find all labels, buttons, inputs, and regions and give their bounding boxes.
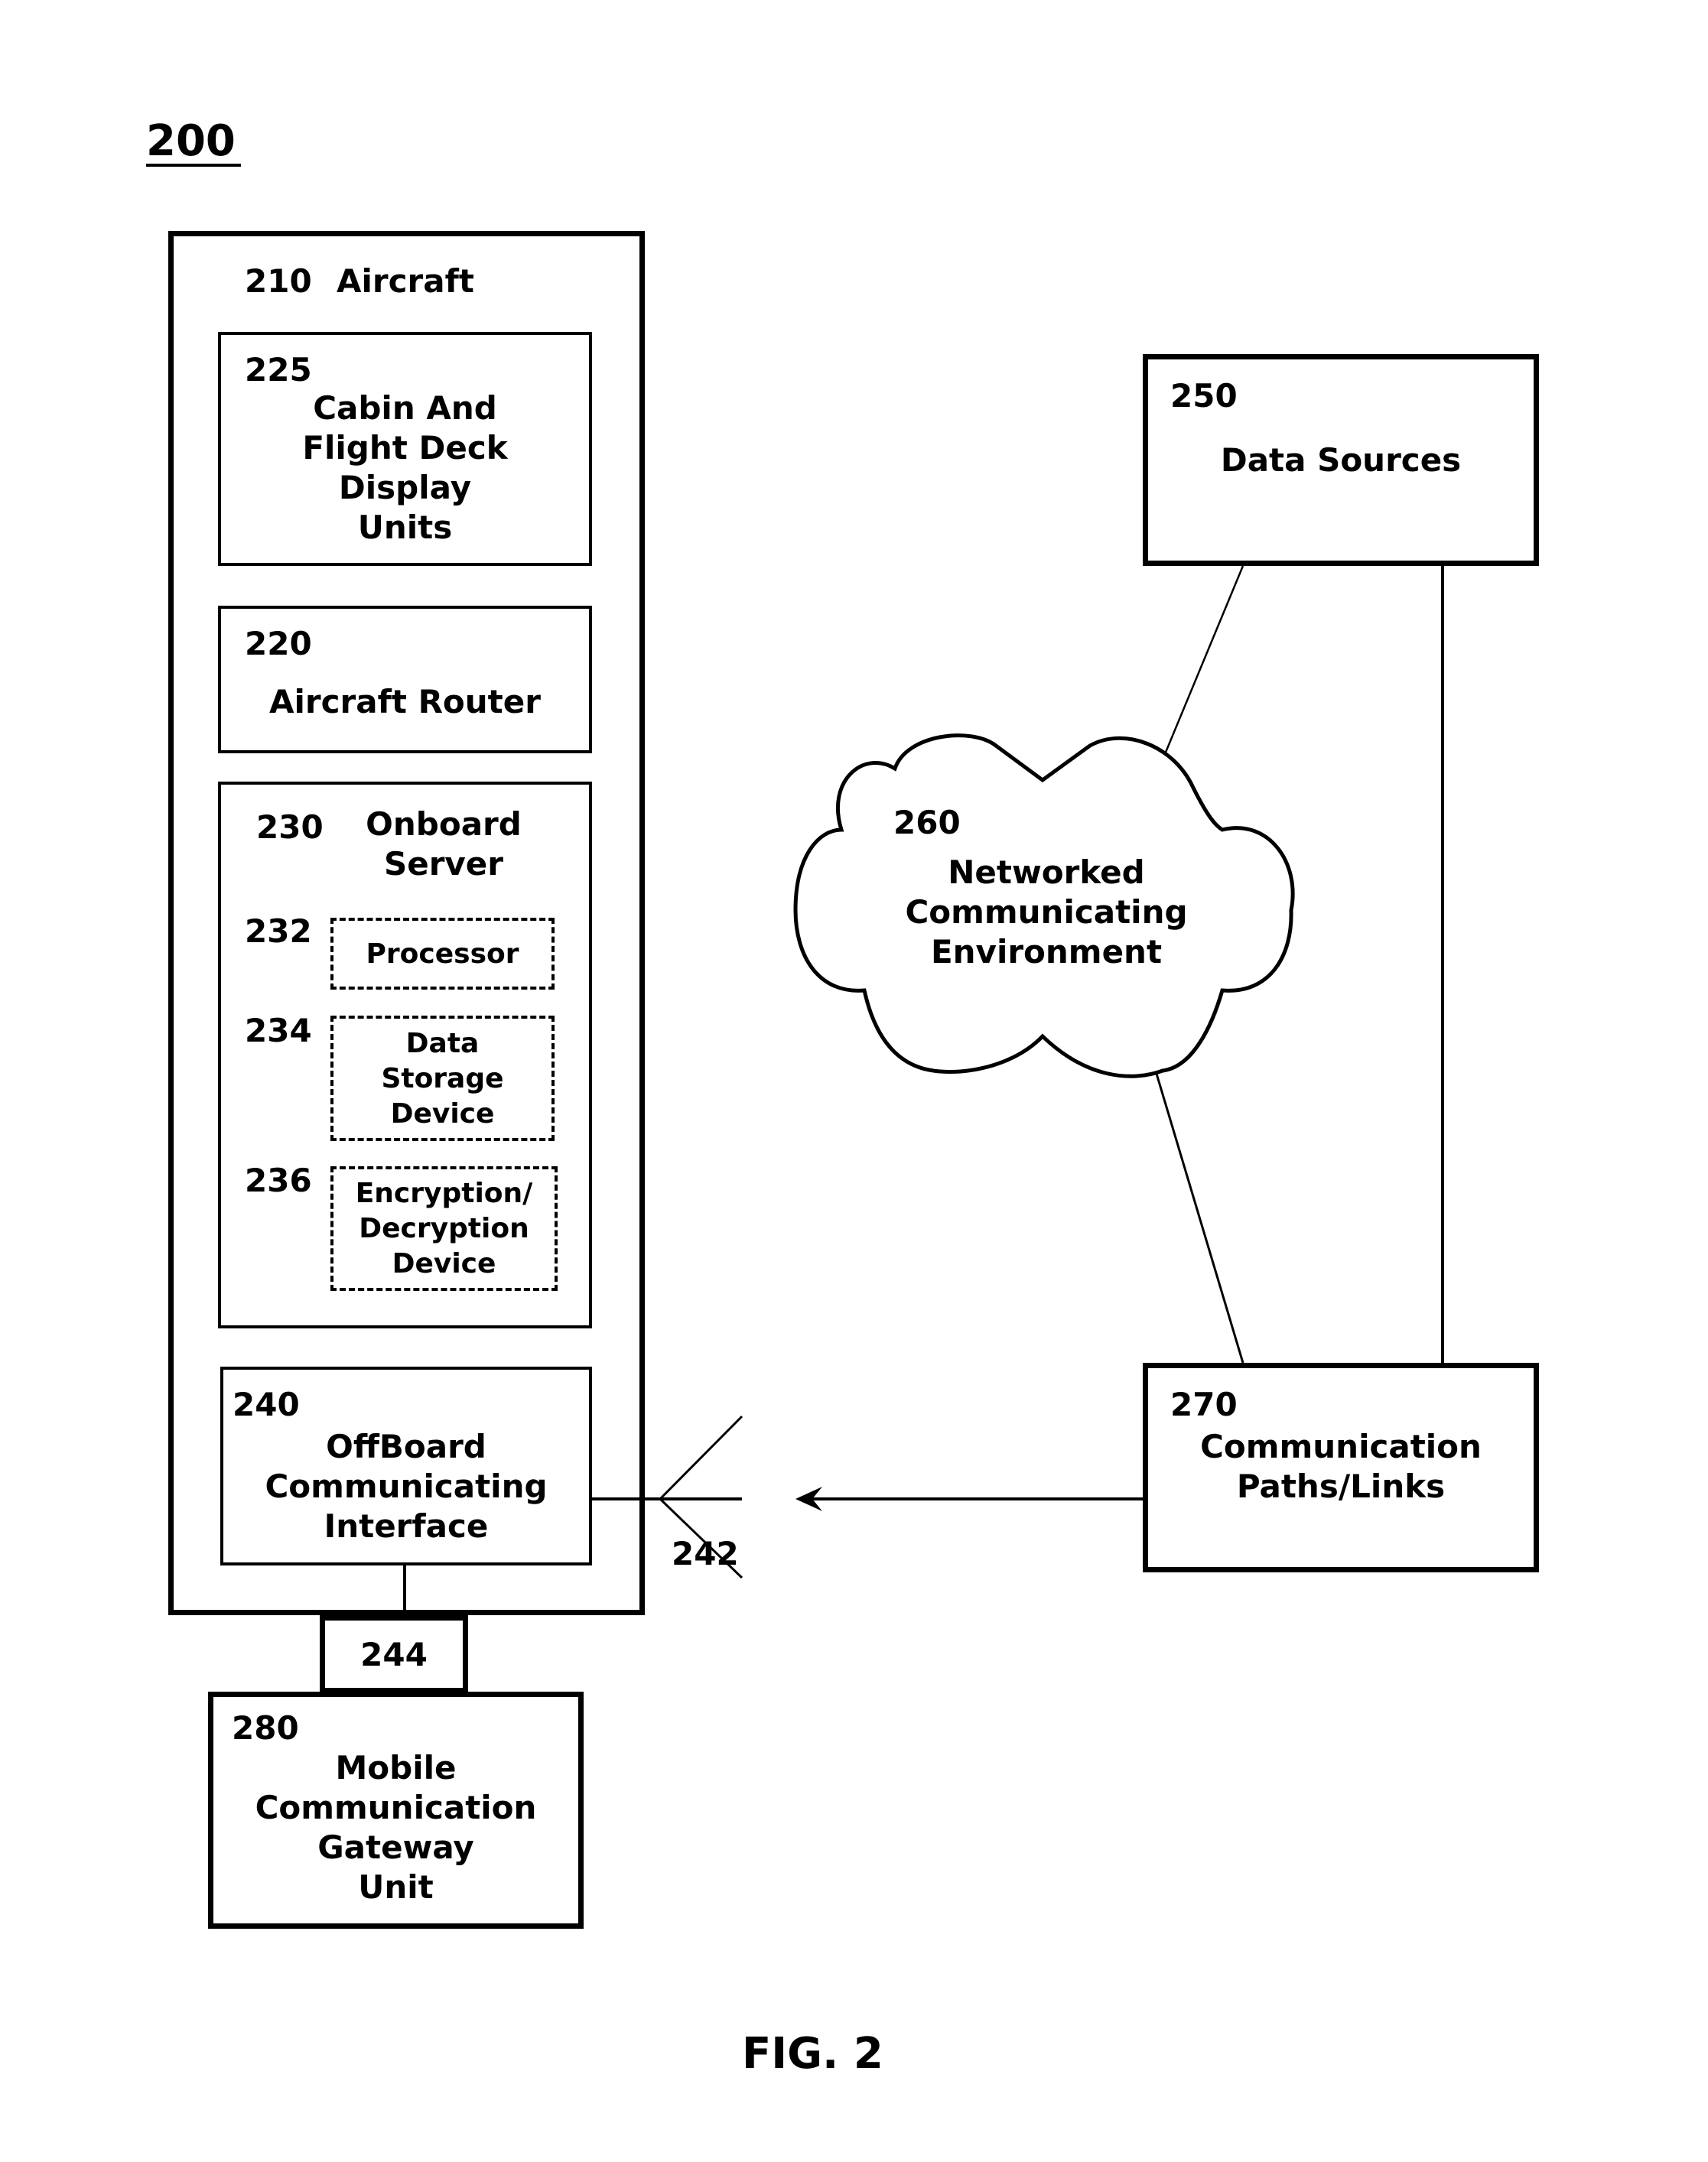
onboard-server-label: Onboard Server [352,805,535,884]
aircraft-ref: 210 [245,262,312,300]
onboard-server-ref: 230 [256,808,324,846]
comm-paths-label: Communication Paths/Links [1143,1427,1539,1507]
network-line: Networked [948,853,1145,891]
data-storage-line: Data [405,1028,480,1059]
mobile-gateway-line: Communication [255,1789,537,1826]
antenna-ref: 242 [672,1535,739,1572]
aircraft-label: Aircraft [337,262,474,300]
encryption-label: Encryption/ Decryption Device [330,1176,558,1282]
network-ref: 260 [893,804,961,841]
mobile-gateway-ref: 280 [232,1709,299,1747]
offboard-interface-label: OffBoard Communicating Interface [220,1427,592,1546]
cabin-display-line: Cabin And [313,389,497,427]
encryption-ref: 236 [245,1162,312,1199]
cabin-display-label: Cabin And Flight Deck Display Units [218,389,592,548]
mobile-gateway-line: Mobile [335,1749,457,1786]
data-storage-line: Storage [381,1063,504,1094]
offboard-interface-ref: 240 [233,1386,300,1423]
data-storage-line: Device [390,1098,495,1130]
link-datasources-network [1163,565,1244,755]
cabin-display-line: Units [357,509,453,546]
offboard-interface-line: Communicating [265,1468,548,1505]
cabin-display-line: Flight Deck [302,429,508,467]
figure-number: 200 [146,116,236,166]
processor-ref: 232 [245,912,312,950]
connector-ref: 244 [360,1636,428,1673]
encryption-line: Device [392,1248,496,1279]
data-storage-ref: 234 [245,1012,312,1049]
cabin-display-line: Display [338,469,472,506]
comm-paths-line: Communication [1200,1428,1482,1465]
figure-caption: FIG. 2 [742,2029,883,2079]
network-line: Environment [930,933,1163,970]
processor-label: Processor [366,938,519,970]
network-line: Communicating [905,893,1188,931]
router-label: Aircraft Router [269,683,541,720]
data-storage-label: Data Storage Device [330,1026,555,1132]
comm-paths-line: Paths/Links [1236,1468,1446,1505]
cabin-display-ref: 225 [245,351,312,389]
data-sources-ref: 250 [1170,377,1238,415]
mobile-gateway-line: Gateway [317,1829,474,1866]
link-network-commpaths [1155,1073,1244,1364]
network-label: Networked Communicating Environment [890,853,1203,972]
data-sources-label: Data Sources [1220,441,1462,479]
encryption-line: Encryption/ [355,1178,533,1209]
onboard-server-line: Onboard [366,805,522,843]
offboard-interface-line: Interface [324,1507,489,1545]
offboard-interface-line: OffBoard [326,1428,486,1465]
comm-paths-ref: 270 [1170,1386,1238,1423]
encryption-line: Decryption [359,1213,529,1244]
onboard-server-line: Server [383,845,504,883]
router-ref: 220 [245,625,312,662]
mobile-gateway-label: Mobile Communication Gateway Unit [208,1748,584,1907]
mobile-gateway-line: Unit [358,1868,434,1906]
